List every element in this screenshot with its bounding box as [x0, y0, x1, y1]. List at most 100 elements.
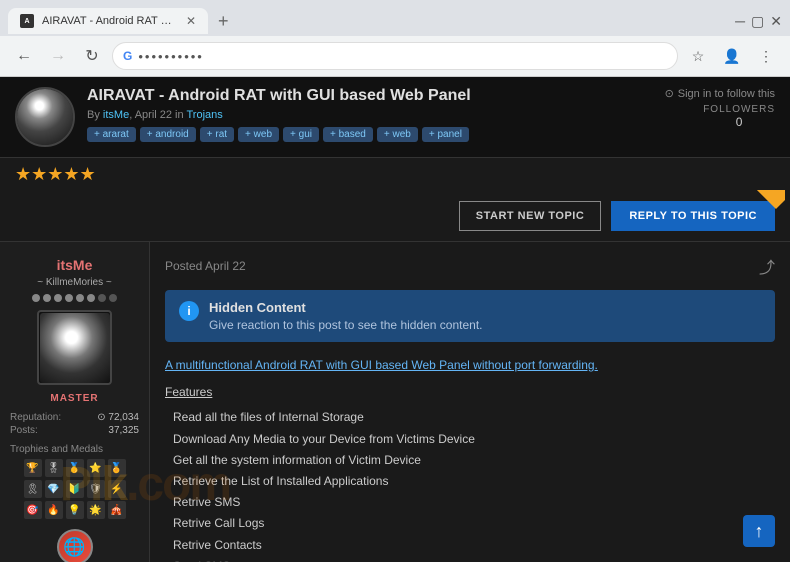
tab-bar: A AIRAVAT - Android RAT with GUI... ✕ + … [0, 0, 790, 36]
back-button[interactable]: ← [10, 42, 38, 70]
dot-3 [54, 294, 62, 302]
active-tab[interactable]: A AIRAVAT - Android RAT with GUI... ✕ [8, 8, 208, 34]
nav-right-icons: ☆ 👤 ⋮ [684, 42, 780, 70]
feature-2: Download Any Media to your Device from V… [173, 430, 775, 449]
tag-rat[interactable]: rat [200, 127, 234, 142]
trophies-grid: 🏆 🎖 🥇 ⭐ 🏅 🎗 💎 🔰 🛡 ⚡ 🎯 🔥 💡 🌟 🎪 [24, 459, 126, 519]
follow-text: Sign in to follow this [678, 88, 775, 100]
trophies-label: Trophies and Medals [10, 444, 103, 455]
author-link[interactable]: itsMe [103, 109, 129, 121]
dot-4 [65, 294, 73, 302]
dot-7 [98, 294, 106, 302]
tag-web[interactable]: web [238, 127, 279, 142]
posts-stat: Posts: 37,325 [10, 425, 139, 436]
feature-8: Send SMS [173, 557, 775, 562]
user-subtitle: ~ KillmeMories ~ [37, 277, 111, 288]
reputation-label: Reputation: [10, 412, 61, 423]
dot-5 [76, 294, 84, 302]
tag-android[interactable]: android [140, 127, 196, 142]
close-window-button[interactable]: ✕ [770, 13, 782, 30]
main-description-link[interactable]: A multifunctional Android RAT with GUI b… [165, 356, 775, 375]
dot-8 [109, 294, 117, 302]
browser-chrome: A AIRAVAT - Android RAT with GUI... ✕ + … [0, 0, 790, 77]
trophy-10: ⚡ [108, 480, 126, 498]
minimize-button[interactable]: ─ [735, 13, 745, 29]
nav-bar: ← → ↻ G •••••••••• ☆ 👤 ⋮ [0, 36, 790, 76]
address-bar[interactable]: G •••••••••• [112, 42, 678, 70]
post-content-area: Posted April 22 ⤴ i Hidden Content Give … [150, 242, 790, 562]
dot-2 [43, 294, 51, 302]
reputation-value: ⊙ 72,034 [97, 412, 139, 423]
new-tab-button[interactable]: + [212, 11, 235, 32]
feature-6: Retrive Call Logs [173, 514, 775, 533]
forward-button[interactable]: → [44, 42, 72, 70]
trophy-1: 🏆 [24, 459, 42, 477]
site-header: AIRAVAT - Android RAT with GUI based Web… [0, 77, 790, 158]
bookmark-icon[interactable]: ☆ [684, 42, 712, 70]
tag-ararat[interactable]: ararat [87, 127, 136, 142]
tab-close-button[interactable]: ✕ [186, 14, 196, 28]
info-icon: i [179, 301, 199, 321]
star-rating[interactable]: ★★★★★ [15, 164, 96, 184]
followers-box: FOLLOWERS 0 [703, 104, 775, 129]
hidden-content-text: Hidden Content Give reaction to this pos… [209, 300, 483, 332]
trophy-12: 🔥 [45, 501, 63, 519]
follow-icon: ⊙ [665, 87, 674, 100]
topic-title: AIRAVAT - Android RAT with GUI based Web… [87, 87, 653, 105]
dot-1 [32, 294, 40, 302]
scroll-to-top-button[interactable]: ↑ [743, 515, 775, 547]
header-info: AIRAVAT - Android RAT with GUI based Web… [87, 87, 653, 142]
page-content: AIRAVAT - Android RAT with GUI based Web… [0, 77, 790, 562]
user-rank: MASTER [50, 393, 98, 404]
user-sidebar: itsMe ~ KillmeMories ~ MASTER [0, 242, 150, 562]
trophy-9: 🛡 [87, 480, 105, 498]
category-link[interactable]: Trojans [186, 109, 222, 121]
share-icon[interactable]: ⤴ [759, 254, 775, 278]
topic-actions: START NEW TOPIC REPLY TO THIS TOPIC [0, 191, 790, 241]
start-new-topic-button[interactable]: START NEW TOPIC [459, 201, 602, 231]
trophy-6: 🎗 [24, 480, 42, 498]
followers-label: FOLLOWERS [703, 104, 775, 115]
trophy-5: 🏅 [108, 459, 126, 477]
trophy-15: 🎪 [108, 501, 126, 519]
hidden-content-desc: Give reaction to this post to see the hi… [209, 318, 483, 332]
followers-count: 0 [703, 115, 775, 129]
follow-link[interactable]: ⊙ Sign in to follow this [665, 87, 775, 100]
features-section-title: Features [165, 383, 775, 402]
tab-title: AIRAVAT - Android RAT with GUI... [42, 15, 174, 27]
trophy-8: 🔰 [66, 480, 84, 498]
dot-6 [87, 294, 95, 302]
logo-image [17, 89, 73, 145]
post-layout: itsMe ~ KillmeMories ~ MASTER [0, 241, 790, 562]
maximize-button[interactable]: ▢ [751, 13, 764, 30]
topic-meta: By itsMe, April 22 in Trojans [87, 109, 653, 121]
trophy-11: 🎯 [24, 501, 42, 519]
feature-1: Read all the files of Internal Storage [173, 408, 775, 427]
site-logo [15, 87, 75, 147]
post-body: A multifunctional Android RAT with GUI b… [165, 356, 775, 562]
reply-to-topic-button[interactable]: REPLY TO THIS TOPIC [611, 201, 775, 231]
header-right: ⊙ Sign in to follow this FOLLOWERS 0 [665, 87, 775, 129]
feature-3: Get all the system information of Victim… [173, 451, 775, 470]
post-date-meta: April 22 [135, 109, 172, 121]
profile-icon[interactable]: 👤 [718, 42, 746, 70]
post-header: Posted April 22 ⤴ [165, 254, 775, 278]
user-badge-icon: 🌐 [57, 529, 93, 562]
user-avatar [37, 310, 112, 385]
tab-favicon: A [20, 14, 34, 28]
avatar-image [40, 313, 110, 383]
trophy-13: 💡 [66, 501, 84, 519]
hidden-content-title: Hidden Content [209, 300, 483, 315]
tag-panel[interactable]: panel [422, 127, 469, 142]
tag-based[interactable]: based [323, 127, 373, 142]
username: itsMe [57, 257, 93, 273]
tag-web2[interactable]: web [377, 127, 418, 142]
reputation-stat: Reputation: ⊙ 72,034 [10, 412, 139, 423]
trophy-14: 🌟 [87, 501, 105, 519]
menu-icon[interactable]: ⋮ [752, 42, 780, 70]
posts-label: Posts: [10, 425, 38, 436]
reload-button[interactable]: ↻ [78, 42, 106, 70]
posts-value: 37,325 [108, 425, 139, 436]
feature-4: Retrieve the List of Installed Applicati… [173, 472, 775, 491]
tag-gui[interactable]: gui [283, 127, 319, 142]
